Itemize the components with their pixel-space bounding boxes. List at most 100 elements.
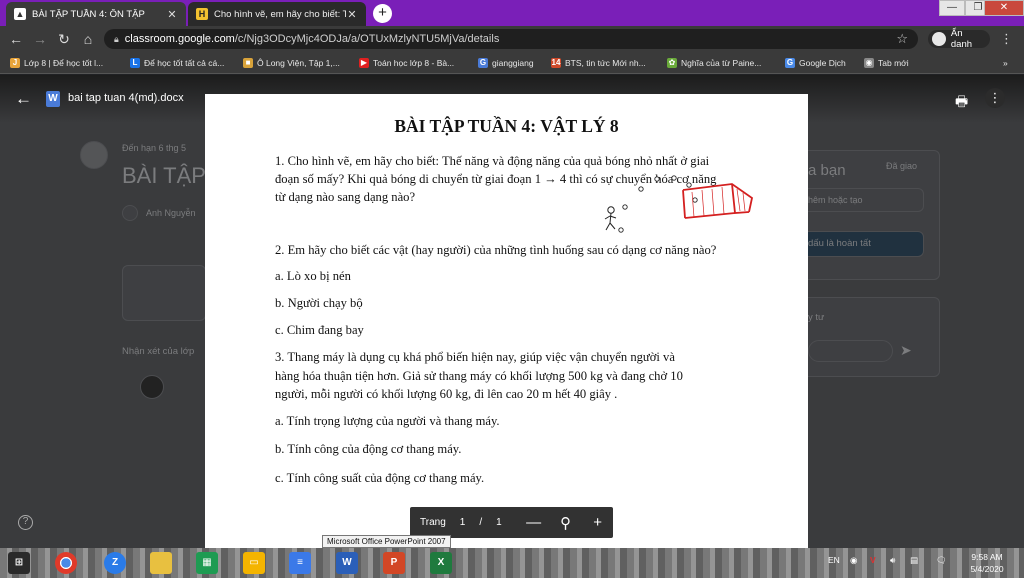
google-sheets-icon[interactable]: ▦ bbox=[196, 552, 218, 574]
q3-option: b. Tính công của động cơ thang máy. bbox=[275, 442, 462, 456]
bookmark-favicon-icon: L bbox=[130, 58, 140, 68]
bookmark-item[interactable]: L Để học tốt tất cả cá... bbox=[130, 56, 224, 70]
google-docs-icon[interactable]: ≡ bbox=[289, 552, 311, 574]
bookmark-item[interactable]: Ggianggiang bbox=[478, 56, 534, 70]
word-doc-icon: W bbox=[46, 91, 60, 107]
bookmark-favicon-icon: 14 bbox=[551, 58, 561, 68]
bookmark-favicon-icon: ✿ bbox=[667, 58, 677, 68]
excel-icon[interactable]: X bbox=[430, 552, 452, 574]
browser-menu-icon[interactable]: ⋮ bbox=[1000, 31, 1013, 47]
bookmark-item[interactable]: ▶ Toán học lớp 8 - Bà... bbox=[359, 56, 454, 70]
soccer-ball-illustration bbox=[604, 175, 754, 233]
window-close-button[interactable]: ✕ bbox=[984, 0, 1024, 16]
close-icon[interactable]: ✕ bbox=[166, 8, 178, 21]
zoom-in-icon[interactable]: + bbox=[590, 514, 606, 531]
bookmark-favicon-icon: ◉ bbox=[864, 58, 874, 68]
bookmark-item[interactable]: G Google Dịch bbox=[785, 56, 846, 70]
attachment-card bbox=[122, 265, 206, 321]
incognito-icon bbox=[932, 32, 946, 46]
private-comments-label: y tư bbox=[808, 312, 825, 323]
windows-taskbar: ⊞ Z ▦ ▭ ≡ W P X EN ◉ V 🔊︎ ▤ 🗨︎ 9:58 AM 5… bbox=[0, 548, 1024, 578]
start-button-icon[interactable]: ⊞ bbox=[8, 552, 30, 574]
bookmark-favicon-icon: G bbox=[478, 58, 488, 68]
bookmarks-bar: J Lớp 8 | Để học tốt l... L Để học tốt tất… bbox=[0, 52, 1024, 74]
notifications-icon[interactable]: 🗨︎ bbox=[936, 555, 947, 566]
add-create-label: hêm hoặc tạo bbox=[808, 195, 863, 205]
page-current[interactable]: 1 bbox=[460, 517, 466, 528]
avatar bbox=[122, 205, 138, 221]
page-label: Trang bbox=[420, 517, 446, 528]
bookmark-item[interactable]: ◉ Tab mới bbox=[864, 56, 909, 70]
assignment-title: BÀI TẬP bbox=[122, 163, 206, 188]
page-separator: / bbox=[479, 517, 483, 528]
private-comment-input bbox=[808, 340, 893, 362]
author-name: Anh Nguyễn bbox=[146, 208, 196, 218]
close-icon[interactable]: ✕ bbox=[346, 8, 358, 21]
help-icon[interactable]: ? bbox=[18, 515, 33, 530]
hoc24-favicon-icon: H bbox=[196, 8, 208, 20]
clock-date: 5/4/2020 bbox=[970, 564, 1004, 574]
q2-option: a. Lò xo bị nén bbox=[275, 269, 351, 283]
document-page: BÀI TẬP TUẦN 4: VẬT LÝ 8 1. Cho hình vẽ,… bbox=[205, 94, 808, 548]
tab-assignment[interactable]: ▲ BÀI TẬP TUẦN 4: ÔN TẬP ✕ bbox=[6, 2, 186, 26]
q2-line: 2. Em hãy cho biết các vật (hay người) c… bbox=[275, 243, 717, 257]
language-indicator[interactable]: EN bbox=[828, 555, 840, 565]
back-arrow-icon[interactable]: ← bbox=[15, 89, 32, 109]
tab-title: Cho hình vẽ, em hãy cho biết: Th bbox=[214, 8, 346, 20]
more-options-icon[interactable]: ⋮ bbox=[985, 88, 1005, 108]
q3-option: a. Tính trọng lượng của người và thang m… bbox=[275, 414, 500, 428]
page-controls: Trang 1 / 1 — ⚲ + bbox=[410, 507, 613, 538]
q1-line: từ dạng nào sang dạng nào? bbox=[275, 190, 416, 204]
address-bar[interactable]: 🔒︎ classroom.google.com/c/Njg3ODcyMjc4OD… bbox=[104, 29, 918, 49]
q3-line: người, mỗi người có khối lượng 60 kg, đi… bbox=[275, 387, 618, 401]
assigned-status: Đã giao bbox=[886, 161, 918, 171]
minimize-button[interactable]: — bbox=[939, 0, 965, 16]
file-explorer-icon[interactable] bbox=[150, 552, 172, 574]
doc-heading: BÀI TẬP TUẦN 4: VẬT LÝ 8 bbox=[394, 116, 619, 136]
q2-option: b. Người chạy bộ bbox=[275, 296, 363, 310]
reload-icon[interactable]: ↻ bbox=[56, 31, 72, 47]
bookmarks-overflow-icon[interactable]: » bbox=[1003, 56, 1008, 70]
google-slides-icon[interactable]: ▭ bbox=[243, 552, 265, 574]
assignment-icon bbox=[80, 141, 108, 169]
q1-line: 1. Cho hình vẽ, em hãy cho biết: Thế năn… bbox=[275, 154, 710, 168]
home-icon[interactable]: ⌂ bbox=[80, 31, 96, 47]
back-icon[interactable]: ← bbox=[8, 31, 24, 47]
browser-toolbar: ← → ↻ ⌂ 🔒︎ classroom.google.com/c/Njg3OD… bbox=[0, 26, 1024, 52]
bookmark-item[interactable]: J Lớp 8 | Để học tốt l... bbox=[10, 56, 103, 70]
player-figure bbox=[604, 206, 617, 231]
bookmark-item[interactable]: 14 BTS, tin tức Mới nh... bbox=[551, 56, 646, 70]
classroom-favicon-icon: ▲ bbox=[14, 8, 26, 20]
private-comments-card bbox=[790, 297, 940, 377]
bookmark-item[interactable]: ■ Ô Long Viện, Tập 1,... bbox=[243, 56, 340, 70]
bookmark-item[interactable]: ✿ Nghĩa của từ Paine... bbox=[667, 56, 761, 70]
bookmark-favicon-icon: ■ bbox=[243, 58, 253, 68]
incognito-profile-button[interactable]: Ẩn danh bbox=[928, 28, 990, 50]
due-date: Đến hạn 6 thg 5 bbox=[122, 143, 187, 153]
bookmark-star-icon[interactable]: ☆ bbox=[896, 31, 908, 47]
word-icon[interactable]: W bbox=[336, 552, 358, 574]
volume-icon[interactable]: 🔊︎ bbox=[890, 555, 895, 566]
zoom-out-icon[interactable]: — bbox=[526, 514, 542, 531]
new-tab-button[interactable]: + bbox=[373, 4, 392, 23]
q2-option: c. Chim đang bay bbox=[275, 323, 364, 337]
chrome-icon[interactable] bbox=[55, 552, 77, 574]
tray-v-icon[interactable]: V bbox=[870, 555, 876, 565]
url-host: classroom.google.com bbox=[124, 33, 235, 45]
powerpoint-icon[interactable]: P bbox=[383, 552, 405, 574]
page-total: 1 bbox=[496, 517, 502, 528]
bookmark-favicon-icon: G bbox=[785, 58, 795, 68]
q3-line: hàng hóa thuận tiện hơn. Giả sử thang má… bbox=[275, 369, 683, 383]
profile-label: Ẩn danh bbox=[950, 28, 973, 50]
tab-hoc24[interactable]: H Cho hình vẽ, em hãy cho biết: Th ✕ bbox=[188, 2, 366, 26]
zoom-icon[interactable]: ⚲ bbox=[558, 514, 574, 532]
network-icon[interactable]: ▤ bbox=[910, 555, 918, 566]
system-clock[interactable]: 9:58 AM 5/4/2020 bbox=[966, 551, 1008, 575]
print-icon[interactable]: 🖶︎ bbox=[955, 91, 968, 115]
tray-app-icon[interactable]: ◉ bbox=[850, 555, 857, 566]
zalo-icon[interactable]: Z bbox=[104, 552, 126, 574]
taskbar-tooltip: Microsoft Office PowerPoint 2007 bbox=[322, 535, 451, 548]
forward-icon[interactable]: → bbox=[32, 31, 48, 47]
tab-strip: ▲ BÀI TẬP TUẦN 4: ÔN TẬP ✕ H Cho hình vẽ… bbox=[0, 0, 1024, 26]
send-icon: ➤ bbox=[900, 342, 912, 358]
